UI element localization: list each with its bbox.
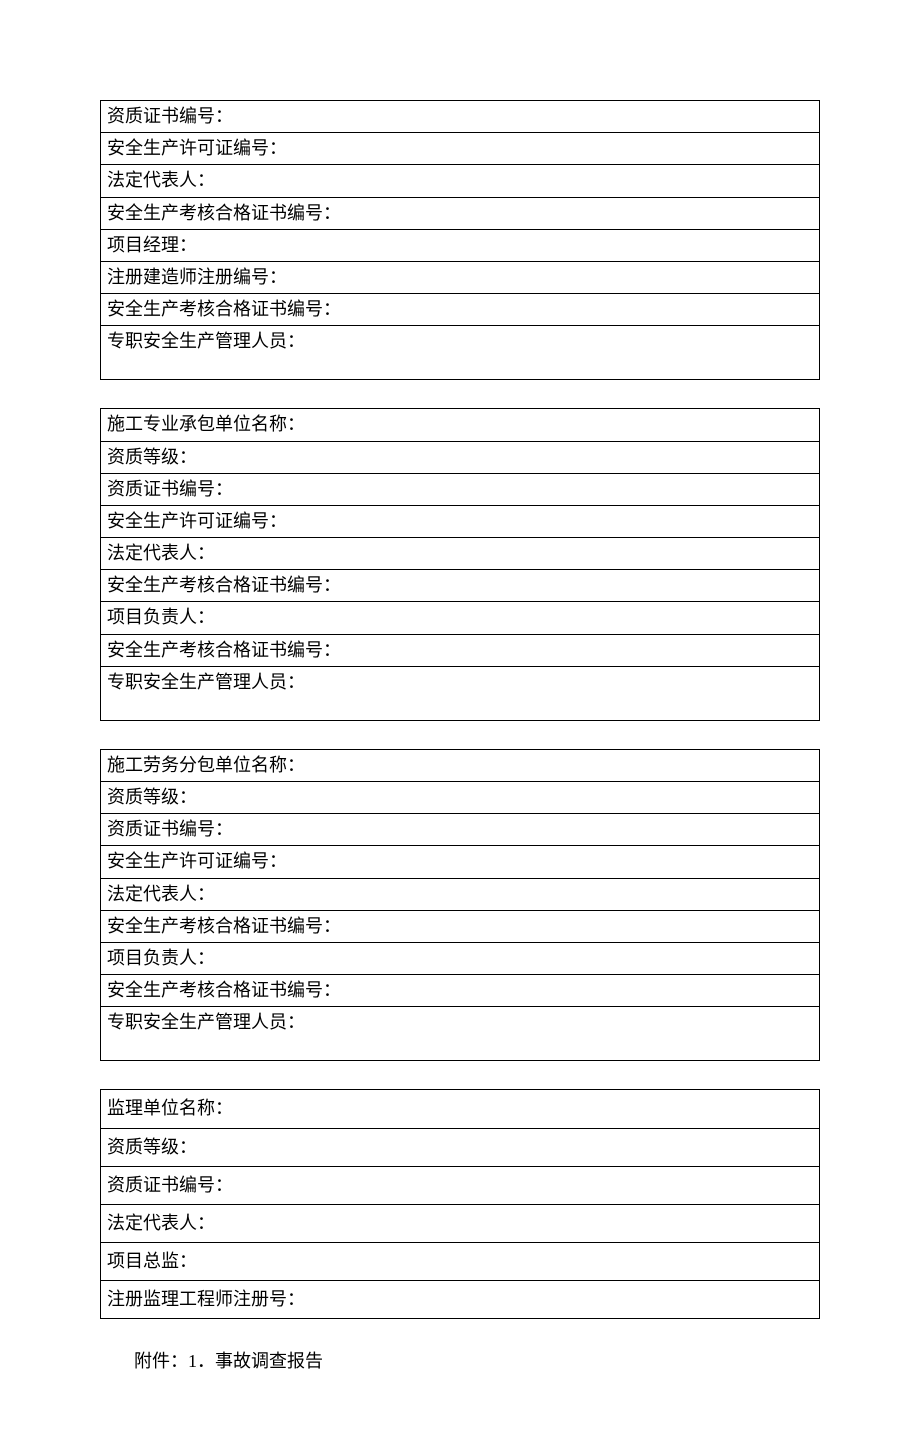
field-row: 项目经理： [101,229,820,261]
field-row: 法定代表人： [101,165,820,197]
field-row: 资质等级： [101,782,820,814]
field-row: 专职安全生产管理人员： [101,1007,820,1061]
field-row: 安全生产考核合格证书编号： [101,197,820,229]
field-row: 安全生产考核合格证书编号： [101,910,820,942]
field-row: 项目总监： [101,1243,820,1281]
field-row: 项目负责人： [101,602,820,634]
field-row: 项目负责人： [101,942,820,974]
field-row: 安全生产考核合格证书编号： [101,634,820,666]
field-row: 资质证书编号： [101,101,820,133]
section1-table: 资质证书编号： 安全生产许可证编号： 法定代表人： 安全生产考核合格证书编号： … [100,100,820,380]
attachment-note: 附件：1．事故调查报告 [100,1347,820,1376]
field-row: 注册建造师注册编号： [101,261,820,293]
field-row: 法定代表人： [101,1204,820,1242]
field-row: 法定代表人： [101,538,820,570]
field-row: 资质证书编号： [101,1166,820,1204]
field-row: 法定代表人： [101,878,820,910]
section2-table: 施工专业承包单位名称： 资质等级： 资质证书编号： 安全生产许可证编号： 法定代… [100,408,820,721]
field-row: 安全生产许可证编号： [101,846,820,878]
section3-table: 施工劳务分包单位名称： 资质等级： 资质证书编号： 安全生产许可证编号： 法定代… [100,749,820,1062]
field-row: 安全生产考核合格证书编号： [101,975,820,1007]
field-row: 施工专业承包单位名称： [101,409,820,441]
field-row: 专职安全生产管理人员： [101,666,820,720]
field-row: 监理单位名称： [101,1090,820,1128]
field-row: 专职安全生产管理人员： [101,326,820,380]
field-row: 资质证书编号： [101,473,820,505]
field-row: 安全生产许可证编号： [101,505,820,537]
field-row: 资质等级： [101,1128,820,1166]
field-row: 施工劳务分包单位名称： [101,749,820,781]
field-row: 资质证书编号： [101,814,820,846]
field-row: 安全生产考核合格证书编号： [101,570,820,602]
field-row: 注册监理工程师注册号： [101,1281,820,1319]
field-row: 安全生产考核合格证书编号： [101,294,820,326]
field-row: 安全生产许可证编号： [101,133,820,165]
section4-table: 监理单位名称： 资质等级： 资质证书编号： 法定代表人： 项目总监： 注册监理工… [100,1089,820,1319]
field-row: 资质等级： [101,441,820,473]
